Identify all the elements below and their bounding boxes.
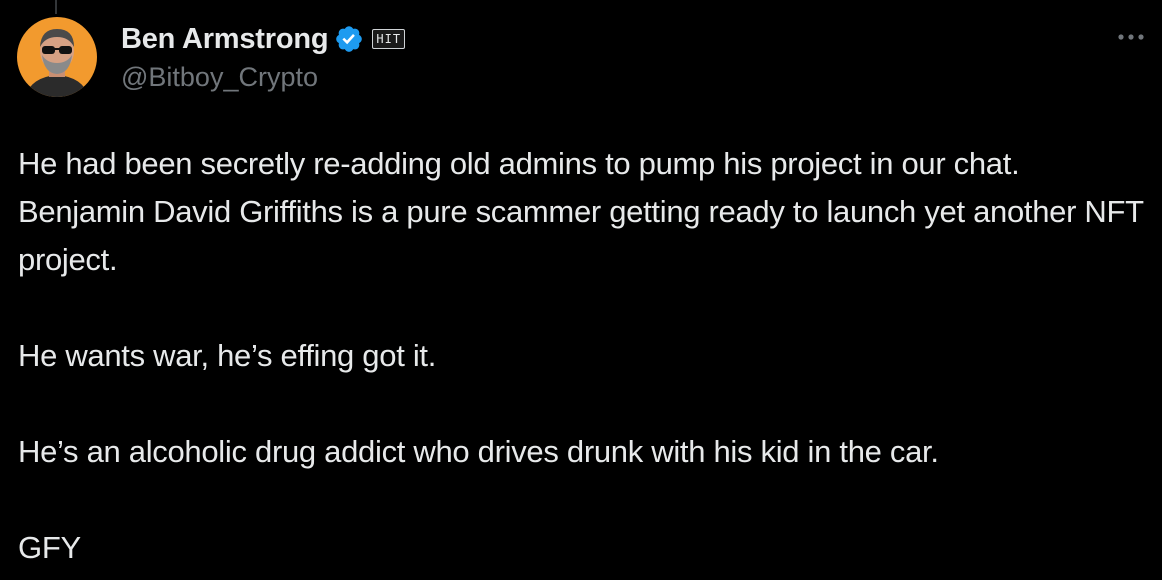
thread-connector-line: [55, 0, 57, 14]
tweet-paragraph: GFY: [18, 530, 81, 565]
verified-check-icon[interactable]: [334, 24, 364, 54]
more-options-button[interactable]: [1111, 22, 1151, 52]
affiliate-badge[interactable]: HIT: [372, 29, 406, 49]
more-options-icon: [1118, 34, 1144, 40]
author-handle[interactable]: @Bitboy_Crypto: [121, 62, 318, 93]
tweet-paragraph: He’s an alcoholic drug addict who drives…: [18, 434, 939, 469]
avatar[interactable]: [17, 17, 97, 97]
tweet-paragraph: He had been secretly re-adding old admin…: [18, 146, 1144, 277]
author-name-row: Ben Armstrong HIT: [121, 20, 406, 58]
tweet-text: He had been secretly re-adding old admin…: [18, 140, 1148, 572]
author-display-name[interactable]: Ben Armstrong: [121, 23, 329, 56]
tweet-paragraph: He wants war, he’s effing got it.: [18, 338, 437, 373]
